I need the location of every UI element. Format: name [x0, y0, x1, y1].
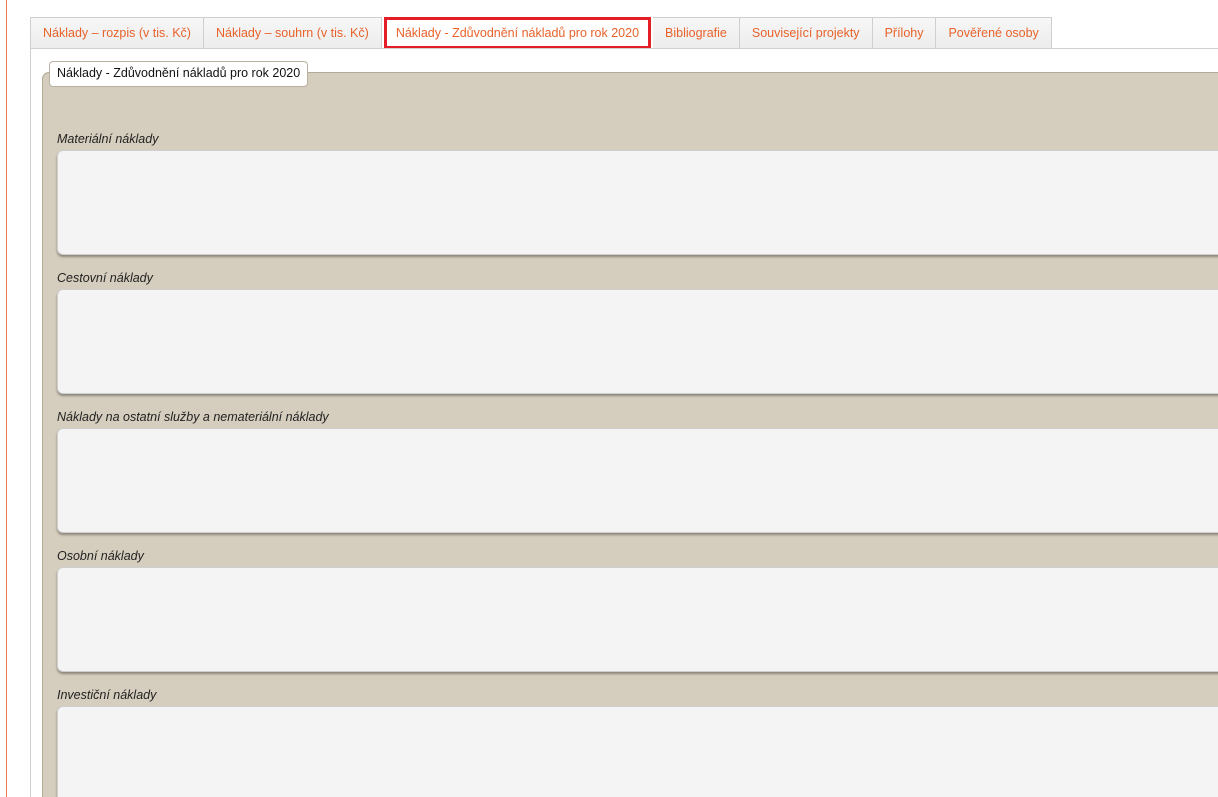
- travel-costs-label: Cestovní náklady: [57, 271, 153, 285]
- tab-bibliography[interactable]: Bibliografie: [653, 17, 740, 49]
- section-other-services-costs: Náklady na ostatní služby a nemateriální…: [57, 408, 1218, 533]
- tab-related-projects[interactable]: Související projekty: [739, 17, 873, 49]
- investment-costs-textarea[interactable]: [57, 706, 1218, 797]
- personnel-costs-label: Osobní náklady: [57, 549, 144, 563]
- tab-bar: Náklady – rozpis (v tis. Kč) Náklady – s…: [30, 17, 1052, 49]
- travel-costs-textarea[interactable]: [57, 289, 1218, 394]
- tab-attachments[interactable]: Přílohy: [872, 17, 937, 49]
- tab-costs-justification[interactable]: Náklady - Zdůvodnění nákladů pro rok 202…: [383, 17, 652, 49]
- costs-justification-fieldset: Materiální náklady Cestovní náklady Nákl…: [42, 72, 1218, 797]
- material-costs-label: Materiální náklady: [57, 132, 159, 146]
- fieldset-legend: Náklady - Zdůvodnění nákladů pro rok 202…: [49, 61, 309, 87]
- material-costs-textarea[interactable]: [57, 150, 1218, 255]
- tab-panel: Materiální náklady Cestovní náklady Nákl…: [30, 48, 1218, 797]
- section-material-costs: Materiální náklady: [57, 130, 1218, 255]
- section-travel-costs: Cestovní náklady: [57, 269, 1218, 394]
- section-investment-costs: Investiční náklady: [57, 686, 1218, 797]
- investment-costs-label: Investiční náklady: [57, 688, 157, 702]
- other-services-costs-label: Náklady na ostatní služby a nemateriální…: [57, 410, 329, 424]
- other-services-costs-textarea[interactable]: [57, 428, 1218, 533]
- personnel-costs-textarea[interactable]: [57, 567, 1218, 672]
- tab-costs-summary[interactable]: Náklady – souhrn (v tis. Kč): [203, 17, 382, 49]
- left-divider: [6, 0, 7, 797]
- page: Náklady – rozpis (v tis. Kč) Náklady – s…: [0, 0, 1218, 797]
- tab-costs-breakdown[interactable]: Náklady – rozpis (v tis. Kč): [30, 17, 204, 49]
- section-personnel-costs: Osobní náklady: [57, 547, 1218, 672]
- tab-authorized-persons[interactable]: Pověřené osoby: [936, 17, 1052, 49]
